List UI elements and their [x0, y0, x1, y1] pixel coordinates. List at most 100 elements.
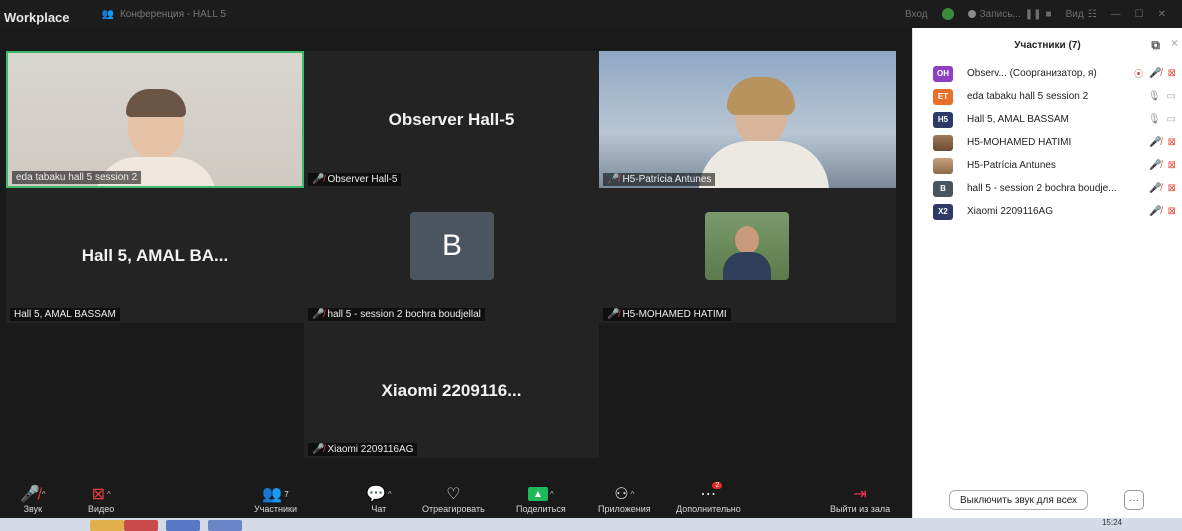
stop-icon[interactable]: ■ [1046, 9, 1052, 20]
participant-row[interactable]: H5-MOHAMED HATIMI 🎤̸ ⊠ [913, 131, 1182, 154]
avatar: B [933, 180, 953, 197]
signin-link[interactable]: Вход [905, 9, 928, 20]
tile-name-label: 🎤̸ hall 5 - session 2 bochra boudjellal [308, 308, 485, 321]
apps-icon: ⚇ [614, 486, 629, 503]
participant-row[interactable]: H5-Patrícia Antunes 🎤̸ ⊠ [913, 154, 1182, 177]
mic-icon: 🎙 [1147, 91, 1161, 102]
participant-row[interactable]: OH Observ... (Соорганизатор, я) ⦿ 🎤̸ ⊠ [913, 62, 1182, 85]
avatar [933, 134, 953, 151]
participant-video [8, 53, 302, 186]
avatar [933, 157, 953, 174]
mic-icon: 🎙 [1147, 114, 1161, 125]
react-button[interactable]: ♡ Отреагировать [422, 484, 485, 514]
tile-name-label: 🎤̸ Observer Hall-5 [308, 173, 402, 186]
mic-muted-icon: 🎤̸ [20, 486, 40, 503]
tile-name-label: 🎤̸ Xiaomi 2209116AG [308, 443, 418, 456]
participants-button[interactable]: 👥 7 Участники [254, 484, 297, 514]
video-off-icon: ⊠ [1167, 183, 1176, 194]
record-label: Запись... [979, 8, 1021, 20]
participants-count: 7 [284, 489, 289, 499]
video-tile-patricia[interactable]: 🎤̸ H5-Patrícia Antunes [599, 51, 896, 188]
participants-icon: 👥 [262, 486, 283, 503]
apps-options-caret[interactable]: ^ [631, 490, 635, 499]
video-icon: ▭ [1166, 114, 1176, 125]
participant-row[interactable]: X2 Xiaomi 2209116AG 🎤̸ ⊠ [913, 200, 1182, 223]
participant-name: Xiaomi 2209116AG [967, 206, 1053, 217]
avatar: H5 [933, 111, 953, 128]
mic-muted-icon: 🎤̸ [1149, 183, 1162, 194]
video-off-icon: ⊠ [1167, 137, 1176, 148]
tile-big-name: Xiaomi 2209116... [381, 380, 522, 400]
more-button[interactable]: ⋯ 2 Дополнительно [676, 482, 741, 514]
video-gallery: eda tabaku hall 5 session 2 Observer Hal… [0, 28, 912, 476]
participants-panel: Участники (7) ⧉ × OH Observ... (Сооргани… [912, 28, 1182, 518]
tile-name-label: eda tabaku hall 5 session 2 [12, 171, 142, 184]
share-button[interactable]: ▲ ^ Поделиться [516, 484, 566, 514]
close-window-button[interactable]: ✕ [1158, 9, 1166, 20]
meeting-title: 👥 Конференция - HALL 5 [102, 9, 226, 20]
zoom-app-icon[interactable] [208, 520, 242, 531]
window-titlebar: Workplace 👥 Конференция - HALL 5 Вход За… [0, 0, 1182, 28]
meeting-toolbar: 🎤̸ ^ Звук ⊠ ^ Видео 👥 7 Участники 💬 ^ Чат ♡ … [0, 476, 912, 518]
video-tile-amal[interactable]: Hall 5, AMAL BA... Hall 5, AMAL BASSAM [6, 188, 304, 323]
video-tile-bochra[interactable]: B 🎤̸ hall 5 - session 2 bochra boudjellal [304, 188, 599, 323]
mic-muted-icon: 🎤̸ [1149, 206, 1162, 217]
participant-row[interactable]: ET eda tabaku hall 5 session 2 🎙 ▭ [913, 85, 1182, 108]
video-tile-xiaomi[interactable]: Xiaomi 2209116... 🎤̸ Xiaomi 2209116AG [304, 323, 599, 458]
avatar: B [410, 212, 494, 280]
tile-name-label: Hall 5, AMAL BASSAM [10, 308, 120, 321]
view-label: Вид [1065, 8, 1084, 20]
video-off-icon: ⊠ [1167, 206, 1176, 217]
audio-button[interactable]: 🎤̸ ^ Звук [20, 484, 46, 514]
chat-options-caret[interactable]: ^ [388, 490, 392, 499]
video-off-icon: ⊠ [91, 486, 105, 503]
video-tile-eda[interactable]: eda tabaku hall 5 session 2 [6, 51, 304, 188]
mic-muted-icon: 🎤̸ [312, 174, 325, 185]
video-button[interactable]: ⊠ ^ Видео [88, 484, 114, 514]
video-off-icon: ⊠ [1167, 160, 1176, 171]
participant-name: hall 5 - session 2 bochra boudje... [967, 183, 1117, 194]
browser-icon[interactable] [124, 520, 158, 531]
mic-muted-icon: 🎤̸ [607, 309, 620, 320]
participant-name: H5-MOHAMED HATIMI [967, 137, 1072, 148]
apps-button[interactable]: ⚇ ^ Приложения [598, 484, 651, 514]
video-tile-observer[interactable]: Observer Hall-5 🎤̸ Observer Hall-5 [304, 51, 599, 188]
meeting-title-text: Конференция - HALL 5 [119, 8, 226, 20]
pause-icon[interactable]: ❚❚ [1025, 9, 1042, 20]
video-off-icon: ⊠ [1167, 68, 1176, 79]
share-options-caret[interactable]: ^ [550, 490, 554, 499]
app-icon[interactable] [166, 520, 200, 531]
minimize-button[interactable]: — [1111, 9, 1121, 20]
participant-row[interactable]: B hall 5 - session 2 bochra boudje... 🎤̸… [913, 177, 1182, 200]
mic-muted-icon: 🎤̸ [1149, 137, 1162, 148]
avatar [705, 212, 789, 280]
security-shield-icon[interactable] [941, 8, 954, 20]
audio-options-caret[interactable]: ^ [42, 490, 46, 499]
leave-button[interactable]: ⇥ Выйти из зала [830, 484, 890, 514]
participant-name: eda tabaku hall 5 session 2 [967, 91, 1089, 102]
maximize-button[interactable]: ☐ [1135, 9, 1144, 20]
avatar: ET [933, 88, 953, 105]
mic-muted-icon: 🎤̸ [1149, 68, 1162, 79]
panel-header: Участники (7) ⧉ × [913, 28, 1182, 62]
close-icon[interactable]: × [1171, 36, 1178, 50]
panel-title: Участники (7) [1014, 39, 1081, 51]
view-menu[interactable]: Вид ☷ [1066, 9, 1097, 20]
panel-more-button[interactable]: ··· [1124, 490, 1145, 510]
tile-name-label: 🎤̸ H5-MOHAMED HATIMI [603, 308, 731, 321]
video-tile-mohamed[interactable]: 🎤̸ H5-MOHAMED HATIMI [599, 188, 896, 323]
notification-badge: 2 [712, 482, 723, 489]
avatar: OH [933, 65, 953, 82]
video-options-caret[interactable]: ^ [107, 490, 111, 499]
popout-icon[interactable]: ⧉ [1151, 38, 1160, 53]
chat-button[interactable]: 💬 ^ Чат [366, 484, 392, 514]
participant-row[interactable]: H5 Hall 5, AMAL BASSAM 🎙 ▭ [913, 108, 1182, 131]
record-dot-icon [967, 10, 976, 18]
mute-all-button[interactable]: Выключить звук для всех [949, 490, 1089, 510]
app-brand: Workplace [4, 9, 70, 25]
mic-muted-icon: 🎤̸ [607, 174, 620, 185]
tile-big-name: Hall 5, AMAL BA... [81, 245, 229, 265]
record-indicator[interactable]: Запись... ❚❚ ■ [967, 8, 1052, 20]
mic-muted-icon: 🎤̸ [312, 309, 325, 320]
folder-icon[interactable] [90, 520, 124, 531]
